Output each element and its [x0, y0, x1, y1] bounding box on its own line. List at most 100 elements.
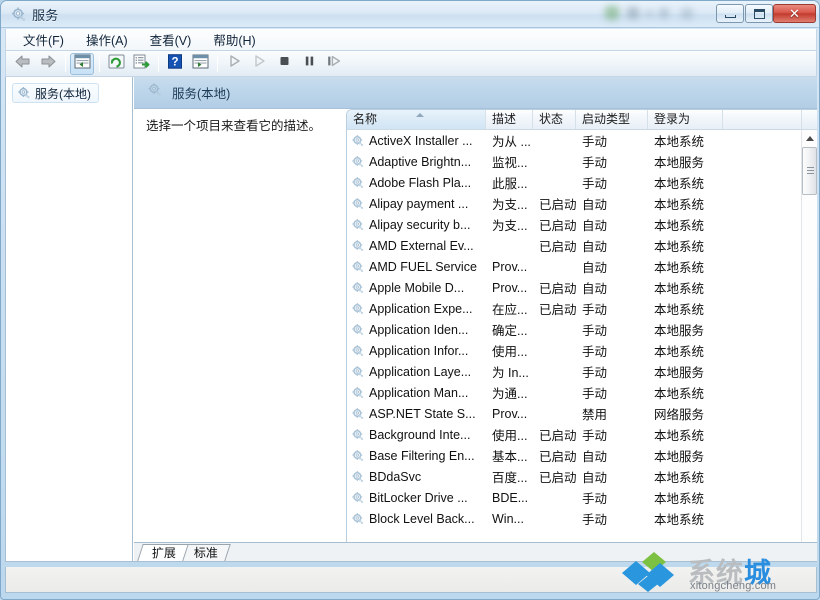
table-row[interactable]: ASP.NET State S... Prov... 禁用 网络服务	[347, 403, 802, 424]
table-row[interactable]: Block Level Back... Win... 手动 本地系统	[347, 508, 802, 529]
service-gear-icon	[351, 302, 365, 316]
service-startup-type-cell: 手动	[582, 177, 608, 191]
table-row[interactable]: Adobe Flash Pla... 此服... 手动 本地系统	[347, 172, 802, 193]
back-button[interactable]	[11, 53, 35, 75]
properties-button[interactable]	[188, 53, 212, 75]
column-header-label: 启动类型	[582, 112, 631, 126]
column-header-label: 名称	[353, 112, 378, 126]
menu-file[interactable]: 文件(F)	[14, 28, 73, 51]
tab-extended[interactable]: 扩展	[137, 544, 189, 561]
service-gear-icon	[351, 155, 365, 169]
table-row[interactable]: Alipay payment ... 为支... 已启动 自动 本地系统	[347, 193, 802, 214]
restart-service-icon	[326, 54, 342, 73]
minimize-icon	[717, 5, 743, 22]
maximize-icon	[746, 5, 772, 22]
table-row[interactable]: BDdaSvc 百度... 已启动 自动 本地系统	[347, 466, 802, 487]
show-hide-tree-button[interactable]	[70, 52, 94, 75]
table-row[interactable]: AMD External Ev... 已启动 自动 本地系统	[347, 235, 802, 256]
column-name[interactable]: 名称	[347, 110, 486, 129]
column-header-label: 描述	[492, 112, 517, 126]
table-row[interactable]: Application Iden... 确定... 手动 本地服务	[347, 319, 802, 340]
vertical-scrollbar[interactable]	[801, 130, 817, 561]
service-name-cell: Adaptive Brightn...	[347, 155, 486, 169]
table-row[interactable]: Application Expe... 在应... 已启动 手动 本地系统	[347, 298, 802, 319]
menu-help[interactable]: 帮助(H)	[204, 28, 264, 51]
menu-view[interactable]: 查看(V)	[141, 28, 201, 51]
service-startup-type-cell: 自动	[582, 282, 608, 296]
service-name-label: Application Laye...	[369, 364, 472, 379]
service-gear-icon	[351, 407, 365, 421]
column-header-label: 状态	[539, 112, 564, 126]
table-row[interactable]: Application Infor... 使用... 手动 本地系统	[347, 340, 802, 361]
menu-bar: 文件(F) 操作(A) 查看(V) 帮助(H)	[5, 29, 817, 51]
title-decoration-blur	[601, 4, 701, 24]
column-status[interactable]: 状态	[533, 110, 576, 129]
service-logon-as-cell: 网络服务	[654, 408, 705, 422]
toolbar-separator	[99, 55, 100, 72]
scroll-up-icon[interactable]	[802, 130, 817, 146]
tree-item-services-local[interactable]: 服务(本地)	[12, 83, 99, 103]
table-row[interactable]: AMD FUEL Service Prov... 自动 本地系统	[347, 256, 802, 277]
resume-service-button[interactable]	[247, 53, 271, 75]
table-row[interactable]: Apple Mobile D... Prov... 已启动 自动 本地系统	[347, 277, 802, 298]
export-list-button[interactable]	[129, 53, 153, 75]
stop-service-button[interactable]	[272, 53, 296, 75]
start-service-button[interactable]	[222, 53, 246, 75]
tree-item-label: 服务(本地)	[35, 86, 91, 101]
table-row[interactable]: Base Filtering En... 基本... 已启动 自动 本地服务	[347, 445, 802, 466]
service-name-cell: ASP.NET State S...	[347, 407, 486, 421]
service-logon-as-cell: 本地系统	[654, 303, 705, 317]
table-row[interactable]: Application Man... 为通... 手动 本地系统	[347, 382, 802, 403]
table-row[interactable]: Application Laye... 为 In... 手动 本地服务	[347, 361, 802, 382]
detail-pane: 服务(本地) 选择一个项目来查看它的描述。 名称 描述 状态 启动类型 登录为 Acti…	[134, 77, 817, 561]
sort-ascending-icon	[416, 113, 424, 117]
service-gear-icon	[351, 491, 365, 505]
table-row[interactable]: Alipay security b... 为支... 已启动 自动 本地系统	[347, 214, 802, 235]
service-description-cell: 为支...	[492, 198, 528, 212]
service-gear-icon	[351, 470, 365, 484]
help-button[interactable]: ?	[163, 53, 187, 75]
service-name-label: Block Level Back...	[369, 511, 475, 526]
table-row[interactable]: ActiveX Installer ... 为从 ... 手动 本地系统	[347, 130, 802, 151]
table-row[interactable]: Background Inte... 使用... 已启动 手动 本地系统	[347, 424, 802, 445]
table-row[interactable]: Adaptive Brightn... 监视... 手动 本地服务	[347, 151, 802, 172]
service-name-cell: Application Laye...	[347, 365, 486, 379]
service-logon-as-cell: 本地系统	[654, 513, 705, 527]
show-hide-tree-icon	[74, 54, 91, 74]
service-logon-as-cell: 本地系统	[654, 219, 705, 233]
window-title: 服务	[32, 8, 59, 23]
services-gear-icon	[147, 82, 163, 103]
service-gear-icon	[351, 239, 365, 253]
service-logon-as-cell: 本地系统	[654, 177, 705, 191]
refresh-button[interactable]	[104, 53, 128, 75]
scrollbar-thumb[interactable]	[802, 147, 817, 195]
service-startup-type-cell: 自动	[582, 219, 608, 233]
service-name-label: Application Expe...	[369, 301, 473, 316]
service-description-cell: 基本...	[492, 450, 528, 464]
service-startup-type-cell: 手动	[582, 387, 608, 401]
maximize-button[interactable]	[745, 4, 773, 23]
column-log-on-as[interactable]: 登录为	[648, 110, 723, 129]
service-name-label: Apple Mobile D...	[369, 280, 465, 295]
service-description-cell: Prov...	[492, 259, 528, 274]
properties-icon	[192, 54, 209, 74]
forward-button[interactable]	[36, 53, 60, 75]
service-gear-icon	[351, 512, 365, 526]
service-logon-as-cell: 本地系统	[654, 198, 705, 212]
pause-service-button[interactable]	[297, 53, 321, 75]
services-gear-icon	[17, 86, 31, 100]
close-button[interactable]: ✕	[773, 4, 816, 23]
service-gear-icon	[351, 281, 365, 295]
column-description[interactable]: 描述	[486, 110, 533, 129]
service-gear-icon	[351, 344, 365, 358]
service-status-cell: 已启动	[539, 219, 576, 233]
column-filler[interactable]	[723, 110, 802, 129]
column-startup-type[interactable]: 启动类型	[576, 110, 648, 129]
title-bar: 服务 ✕	[1, 1, 819, 28]
minimize-button[interactable]	[716, 4, 744, 23]
menu-action[interactable]: 操作(A)	[77, 28, 137, 51]
service-logon-as-cell: 本地系统	[654, 135, 705, 149]
table-row[interactable]: BitLocker Drive ... BDE... 手动 本地系统	[347, 487, 802, 508]
service-description-cell: 使用...	[492, 345, 528, 359]
restart-service-button[interactable]	[322, 53, 346, 75]
